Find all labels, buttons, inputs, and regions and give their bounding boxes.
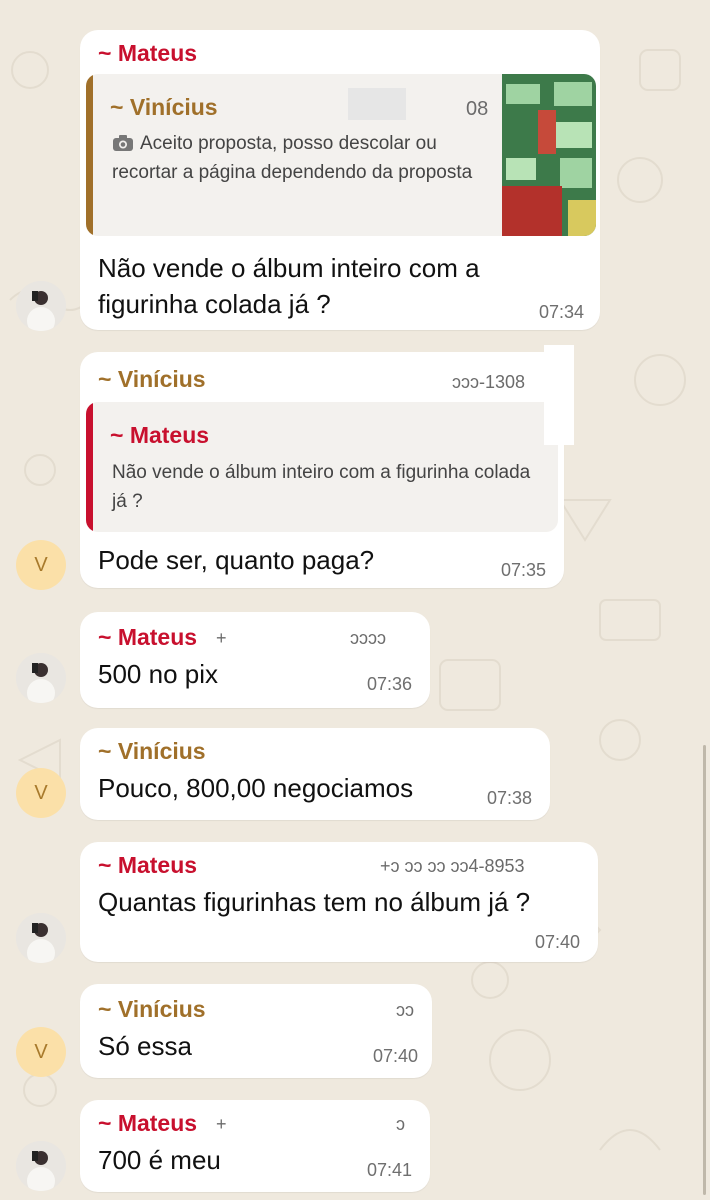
- user-photo-icon: [16, 913, 66, 963]
- message-text[interactable]: Quantas figurinhas tem no álbum já ?: [98, 884, 530, 920]
- sender-name[interactable]: ~ Mateus: [98, 624, 197, 651]
- quote-text: Aceito proposta, posso descolar ou recor…: [112, 133, 473, 183]
- sender-phone: +: [216, 1114, 227, 1134]
- sender-phone: ɔ: [396, 1114, 405, 1134]
- sender-name[interactable]: ~ Vinícius: [98, 738, 206, 765]
- message-time: 07:34: [538, 302, 584, 322]
- message-text[interactable]: Não vende o álbum inteiro com a figurinh…: [98, 250, 558, 322]
- message-bubble[interactable]: ~ Vinícius Pouco, 800,00 negociamos 07:3…: [80, 728, 550, 820]
- quote-bar: [86, 74, 93, 236]
- avatar[interactable]: V: [16, 540, 66, 590]
- sender-phone: +: [216, 628, 227, 648]
- message-text[interactable]: 500 no pix: [98, 656, 218, 692]
- sticker-album-thumbnail: [502, 74, 596, 236]
- message-bubble[interactable]: ~ Mateus + ɔ 700 é meu 07:41: [80, 1100, 430, 1192]
- user-photo-icon: [16, 653, 66, 703]
- quote-bar: [86, 402, 93, 532]
- quoted-message[interactable]: ~ Vinícius 08 Aceito proposta, posso des…: [86, 74, 596, 236]
- message-time: 07:40: [534, 932, 580, 952]
- avatar[interactable]: V: [16, 768, 66, 818]
- sender-name[interactable]: ~ Mateus: [98, 40, 197, 67]
- message-text[interactable]: 700 é meu: [98, 1142, 221, 1178]
- message-bubble[interactable]: ~ Vinícius ɔɔɔ-1308 ~ Mateus Não vende o…: [80, 352, 564, 588]
- sender-name[interactable]: ~ Mateus: [98, 852, 197, 879]
- message-bubble[interactable]: ~ Mateus + ɔɔɔɔ 500 no pix 07:36: [80, 612, 430, 708]
- sender-phone: ɔɔɔɔ: [350, 628, 386, 648]
- quote-phone: 08: [466, 98, 489, 120]
- message-time: 07:41: [366, 1160, 412, 1180]
- redaction: [348, 88, 406, 120]
- message-time: 07:35: [500, 560, 546, 580]
- message-time: 07:38: [486, 788, 532, 808]
- message-text[interactable]: Pode ser, quanto paga?: [98, 542, 374, 578]
- message-text[interactable]: Só essa: [98, 1028, 192, 1064]
- user-photo-icon: [16, 281, 66, 331]
- message-bubble[interactable]: ~ Mateus +ɔ ɔɔ ɔɔ ɔɔ4-8953 Quantas figur…: [80, 842, 598, 962]
- quote-text: Não vende o álbum inteiro com a figurinh…: [112, 462, 531, 512]
- quote-thumbnail[interactable]: [502, 74, 596, 236]
- avatar[interactable]: V: [16, 1027, 66, 1077]
- message-text[interactable]: Pouco, 800,00 negociamos: [98, 770, 413, 806]
- scrollbar[interactable]: [703, 745, 706, 1195]
- sender-phone: ɔɔɔ-1308: [452, 372, 526, 392]
- avatar[interactable]: [16, 653, 66, 703]
- avatar[interactable]: [16, 1141, 66, 1191]
- avatar[interactable]: [16, 281, 66, 331]
- user-photo-icon: [16, 1141, 66, 1191]
- sender-phone: ɔɔ: [396, 1000, 414, 1020]
- sender-name[interactable]: ~ Vinícius: [98, 366, 206, 393]
- sender-phone: +ɔ ɔɔ ɔɔ ɔɔ4-8953: [380, 856, 525, 876]
- message-time: 07:40: [372, 1046, 418, 1066]
- quote-sender: ~ Mateus: [110, 422, 210, 448]
- sender-name[interactable]: ~ Mateus: [98, 1110, 197, 1137]
- quote-sender: ~ Vinícius: [110, 94, 218, 120]
- redaction: [544, 345, 574, 445]
- sender-name[interactable]: ~ Vinícius: [98, 996, 206, 1023]
- message-time: 07:36: [366, 674, 412, 694]
- message-bubble[interactable]: ~ Vinícius ɔɔ Só essa 07:40: [80, 984, 432, 1078]
- message-bubble[interactable]: ~ Mateus ~ Vinícius 08 Aceito proposta, …: [80, 30, 600, 330]
- avatar[interactable]: [16, 913, 66, 963]
- quoted-message[interactable]: ~ Mateus Não vende o álbum inteiro com a…: [86, 402, 558, 532]
